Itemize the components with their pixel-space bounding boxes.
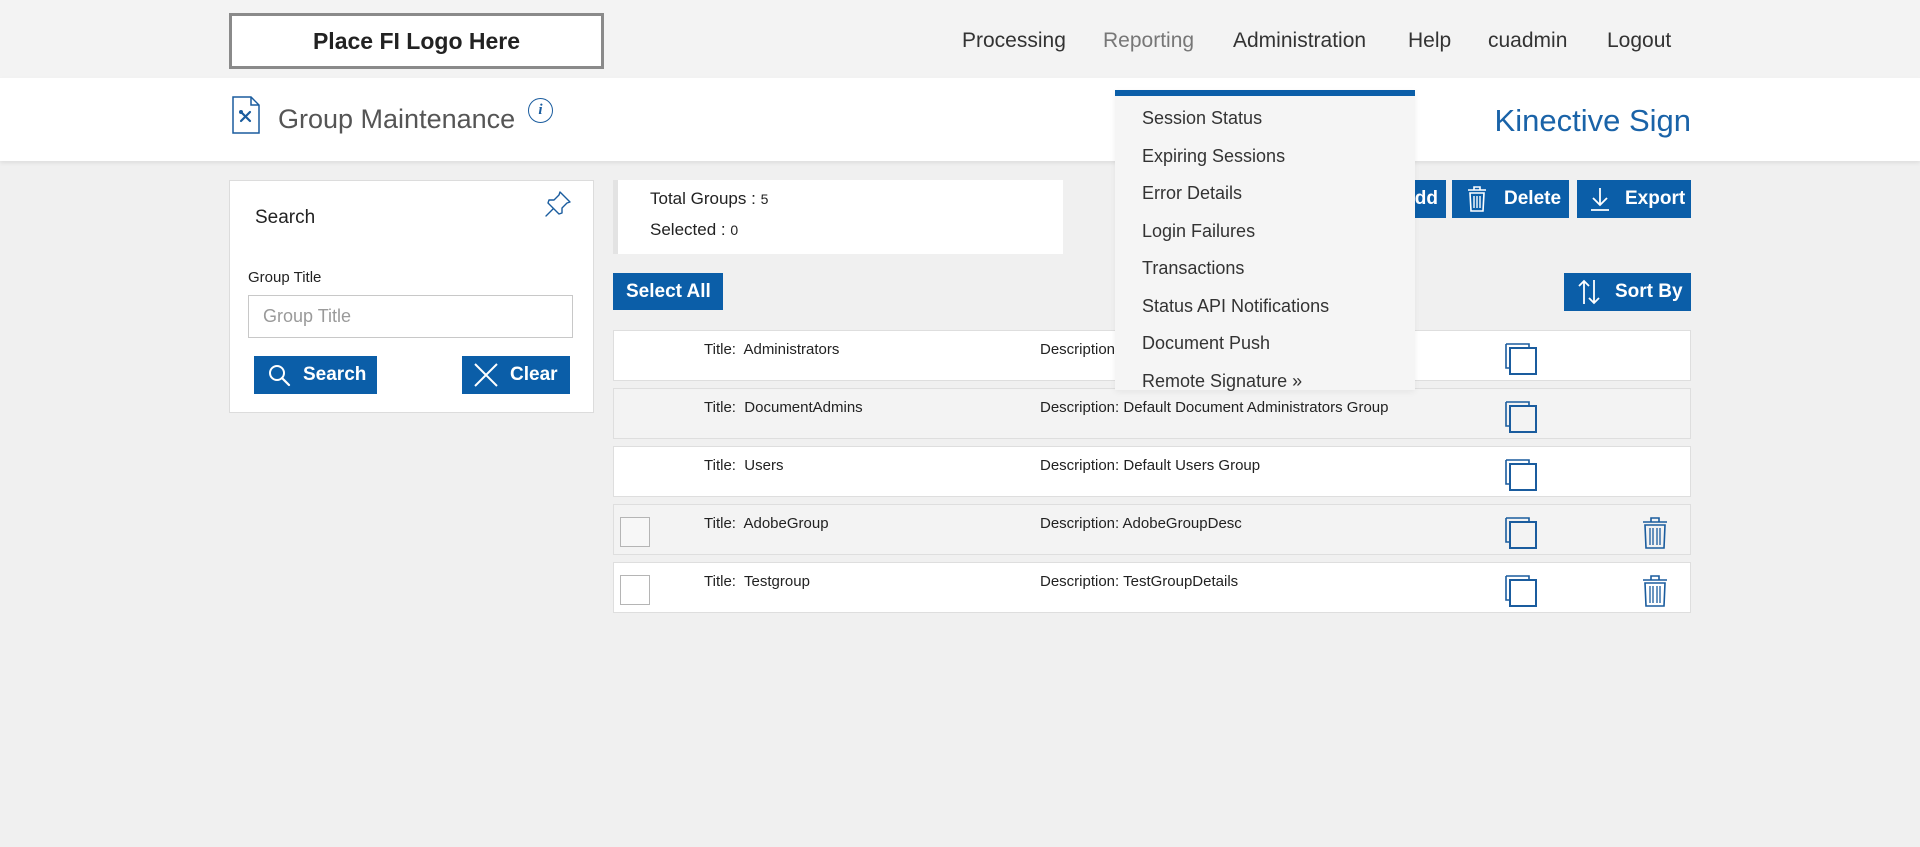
page-title: Group Maintenance bbox=[278, 104, 516, 134]
nav-help[interactable]: Help bbox=[1408, 29, 1451, 53]
selected-count: Selected : 0 bbox=[650, 220, 739, 239]
select-all-button-label: Select All bbox=[626, 280, 711, 302]
group-description: Description: Default Document Administra… bbox=[1040, 399, 1389, 416]
group-title: Title: Testgroup bbox=[704, 573, 810, 590]
info-icon[interactable]: i bbox=[528, 98, 553, 123]
trash-icon bbox=[1468, 186, 1486, 212]
group-title-label: Group Title bbox=[248, 269, 322, 286]
export-button-label: Export bbox=[1625, 188, 1686, 209]
pin-icon[interactable] bbox=[543, 189, 573, 219]
reporting-dropdown-menu: Session Status Expiring Sessions Error D… bbox=[1115, 90, 1415, 392]
delete-button-label: Delete bbox=[1504, 188, 1562, 209]
group-title-input[interactable] bbox=[248, 295, 573, 338]
add-button-label: dd bbox=[1414, 188, 1438, 209]
sort-icon bbox=[1578, 279, 1600, 305]
group-maintenance-document-icon bbox=[232, 96, 260, 134]
select-all-button[interactable]: Select All bbox=[613, 273, 723, 310]
row-checkbox[interactable] bbox=[620, 575, 650, 605]
menu-item-login-failures[interactable]: Login Failures bbox=[1142, 221, 1255, 242]
table-row[interactable]: Title: Testgroup Description: TestGroupD… bbox=[613, 562, 1691, 613]
group-title: Title: DocumentAdmins bbox=[704, 399, 863, 416]
menu-item-transactions[interactable]: Transactions bbox=[1142, 258, 1244, 279]
sort-by-button-label: Sort By bbox=[1615, 281, 1683, 302]
table-row[interactable]: Title: DocumentAdmins Description: Defau… bbox=[613, 388, 1691, 439]
menu-item-document-push[interactable]: Document Push bbox=[1142, 333, 1270, 354]
copy-icon[interactable] bbox=[1504, 516, 1538, 550]
menu-item-error-details[interactable]: Error Details bbox=[1142, 183, 1242, 204]
fi-logo-placeholder: Place FI Logo Here bbox=[229, 13, 604, 69]
group-description: Description: TestGroupDetails bbox=[1040, 573, 1239, 590]
total-groups: Total Groups : 5 bbox=[650, 189, 769, 208]
nav-logout[interactable]: Logout bbox=[1607, 29, 1671, 53]
copy-icon[interactable] bbox=[1504, 400, 1538, 434]
group-totals: Total Groups : 5 Selected : 0 bbox=[613, 180, 1063, 254]
group-title: Title: AdobeGroup bbox=[704, 515, 829, 532]
search-panel-title: Search bbox=[255, 207, 316, 228]
delete-row-icon[interactable] bbox=[1641, 516, 1669, 550]
clear-button-label: Clear bbox=[510, 364, 558, 385]
group-description: Description bbox=[1040, 341, 1116, 358]
close-icon bbox=[474, 363, 498, 387]
search-button-label: Search bbox=[303, 364, 367, 385]
menu-item-status-api-notifications[interactable]: Status API Notifications bbox=[1142, 296, 1329, 317]
group-description: Description: AdobeGroupDesc bbox=[1040, 515, 1242, 532]
delete-button[interactable]: Delete bbox=[1452, 180, 1569, 218]
search-icon bbox=[269, 365, 291, 387]
clear-button[interactable]: Clear bbox=[462, 356, 570, 394]
download-icon bbox=[1591, 188, 1609, 211]
copy-icon[interactable] bbox=[1504, 458, 1538, 492]
table-row[interactable]: Title: Users Description: Default Users … bbox=[613, 446, 1691, 497]
top-bar: Place FI Logo Here Processing Reporting … bbox=[0, 0, 1920, 78]
group-description: Description: Default Users Group bbox=[1040, 457, 1261, 474]
table-row[interactable]: Title: AdobeGroup Description: AdobeGrou… bbox=[613, 504, 1691, 555]
menu-item-expiring-sessions[interactable]: Expiring Sessions bbox=[1142, 146, 1285, 167]
nav-processing[interactable]: Processing bbox=[962, 29, 1066, 53]
sort-by-button[interactable]: Sort By bbox=[1564, 273, 1691, 311]
search-button[interactable]: Search bbox=[254, 356, 377, 394]
copy-icon[interactable] bbox=[1504, 342, 1538, 376]
menu-item-remote-signature[interactable]: Remote Signature » bbox=[1142, 371, 1302, 392]
nav-reporting[interactable]: Reporting bbox=[1103, 29, 1194, 53]
nav-administration[interactable]: Administration bbox=[1233, 29, 1366, 53]
row-checkbox[interactable] bbox=[620, 517, 650, 547]
group-title: Title: Administrators bbox=[704, 341, 840, 358]
copy-icon[interactable] bbox=[1504, 574, 1538, 608]
group-title: Title: Users bbox=[704, 457, 784, 474]
nav-user-account[interactable]: cuadmin bbox=[1488, 29, 1567, 53]
search-panel: Search Group Title Search Clear bbox=[229, 180, 594, 413]
export-button[interactable]: Export bbox=[1577, 180, 1691, 218]
delete-row-icon[interactable] bbox=[1641, 574, 1669, 608]
menu-item-session-status[interactable]: Session Status bbox=[1142, 108, 1262, 129]
brand-name: Kinective Sign bbox=[1494, 103, 1691, 138]
